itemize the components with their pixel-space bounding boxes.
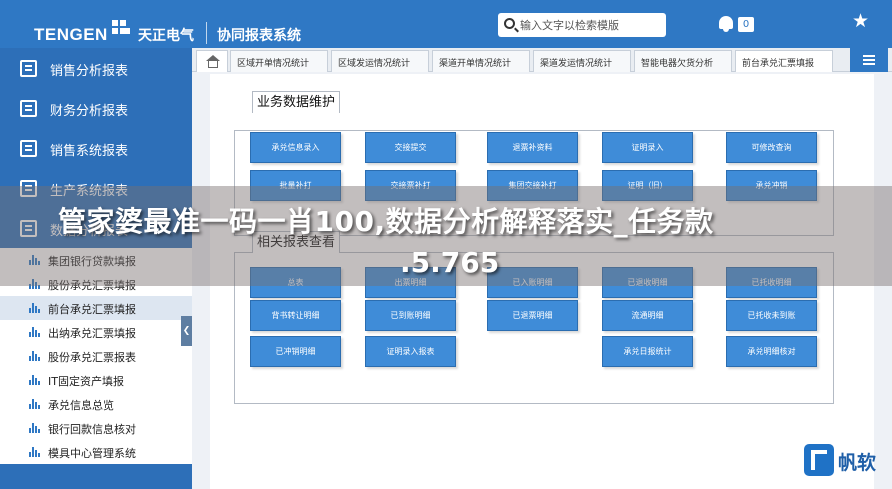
query-button[interactable]: 背书转让明细 [250,300,341,331]
query-button[interactable]: 流通明细 [602,300,693,331]
report-icon [20,60,37,77]
query-button[interactable]: 承兑明细核对 [726,336,817,367]
sidebar-menu-1[interactable]: 财务分析报表 [0,88,192,128]
sidebar-sub-label: 出纳承兑汇票填报 [48,327,136,340]
sidebar-menu-2[interactable]: 销售系统报表 [0,128,192,168]
menu-button[interactable] [850,48,888,72]
sidebar-sub-item[interactable]: 前台承兑汇票填报 [0,296,192,320]
logo-icon [112,20,134,38]
sidebar-sub-item[interactable]: IT固定资产填报 [0,368,192,392]
search-icon [504,18,515,29]
sidebar-menu-label: 财务分析报表 [50,104,129,119]
bar-chart-icon [29,327,40,337]
bar-chart-icon [29,447,40,457]
favorite-star-icon[interactable]: ★ [852,12,869,31]
query-button[interactable]: 已冲销明细 [250,336,341,367]
sidebar-sub-label: 模具中心管理系统 [48,447,136,460]
query-button[interactable]: 已托收未到账 [726,300,817,331]
sidebar-sub-item[interactable]: 承兑信息总览 [0,392,192,416]
maintain-button[interactable]: 证明录入 [602,132,693,163]
company-name: 天正电气 [138,28,194,44]
maintain-button[interactable]: 可修改查询 [726,132,817,163]
bell-icon[interactable] [718,15,734,33]
app-header: TENGEN 天正电气 协同报表系统 0 ★ [0,0,892,48]
tab-4[interactable]: 智能电器欠货分析 [634,50,732,72]
home-icon [206,55,220,68]
bar-chart-icon [29,375,40,385]
watermark-text: 帆软 [838,452,877,474]
sidebar-sub-item[interactable]: 模具中心管理系统 [0,440,192,464]
sidebar-menu-label: 销售系统报表 [50,144,129,159]
maintain-button[interactable]: 交接提交 [365,132,456,163]
tab-bar: 区域开单情况统计 区域发运情况统计 渠道开单情况统计 渠道发运情况统计 智能电器欠货分析… [192,48,892,72]
hamburger-icon [863,55,875,57]
sidebar-sub-item[interactable]: 股份承兑汇票报表 [0,344,192,368]
query-button[interactable]: 证明录入报表 [365,336,456,367]
bar-chart-icon [29,399,40,409]
maintain-button[interactable]: 承兑信息录入 [250,132,341,163]
maintain-button[interactable]: 退票补资料 [487,132,578,163]
sidebar-menu-0[interactable]: 销售分析报表 [0,48,192,88]
sidebar-menu-label: 销售分析报表 [50,64,129,79]
report-icon [20,100,37,117]
overlay-headline-suffix: .5.765 [400,246,500,279]
search-input[interactable] [520,13,660,37]
search-box[interactable] [498,13,666,37]
tab-3[interactable]: 渠道发运情况统计 [533,50,631,72]
sidebar-collapse-toggle[interactable]: ❮ [181,316,192,346]
report-icon [20,140,37,157]
tab-5[interactable]: 前台承兑汇票填报 [735,50,833,72]
bar-chart-icon [29,303,40,313]
logo-text: TENGEN [34,25,108,44]
system-title: 协同报表系统 [217,28,301,44]
query-button[interactable]: 承兑日报统计 [602,336,693,367]
bar-chart-icon [29,423,40,433]
sidebar-sub-item[interactable]: 出纳承兑汇票填报 [0,320,192,344]
tab-home[interactable] [196,50,228,72]
tab-1[interactable]: 区域发运情况统计 [331,50,429,72]
watermark-logo-icon [804,444,834,476]
header-divider [206,22,207,44]
sidebar-sub-label: 前台承兑汇票填报 [48,303,136,316]
maintain-section-title: 业务数据维护 [252,91,341,113]
sidebar-sub-label: 承兑信息总览 [48,399,114,412]
notification-badge: 0 [738,17,754,32]
sidebar-sub-label: 银行回款信息核对 [48,423,136,436]
query-button[interactable]: 已到账明细 [365,300,456,331]
sidebar-sub-label: IT固定资产填报 [48,375,124,388]
tab-0[interactable]: 区域开单情况统计 [230,50,328,72]
query-button[interactable]: 已退票明细 [487,300,578,331]
sidebar-sub-label: 股份承兑汇票报表 [48,351,136,364]
overlay-headline: 管家婆最准一码一肖100,数据分析解释落实_任务款 [58,205,714,238]
bar-chart-icon [29,351,40,361]
sidebar-sub-item[interactable]: 银行回款信息核对 [0,416,192,440]
tab-2[interactable]: 渠道开单情况统计 [432,50,530,72]
